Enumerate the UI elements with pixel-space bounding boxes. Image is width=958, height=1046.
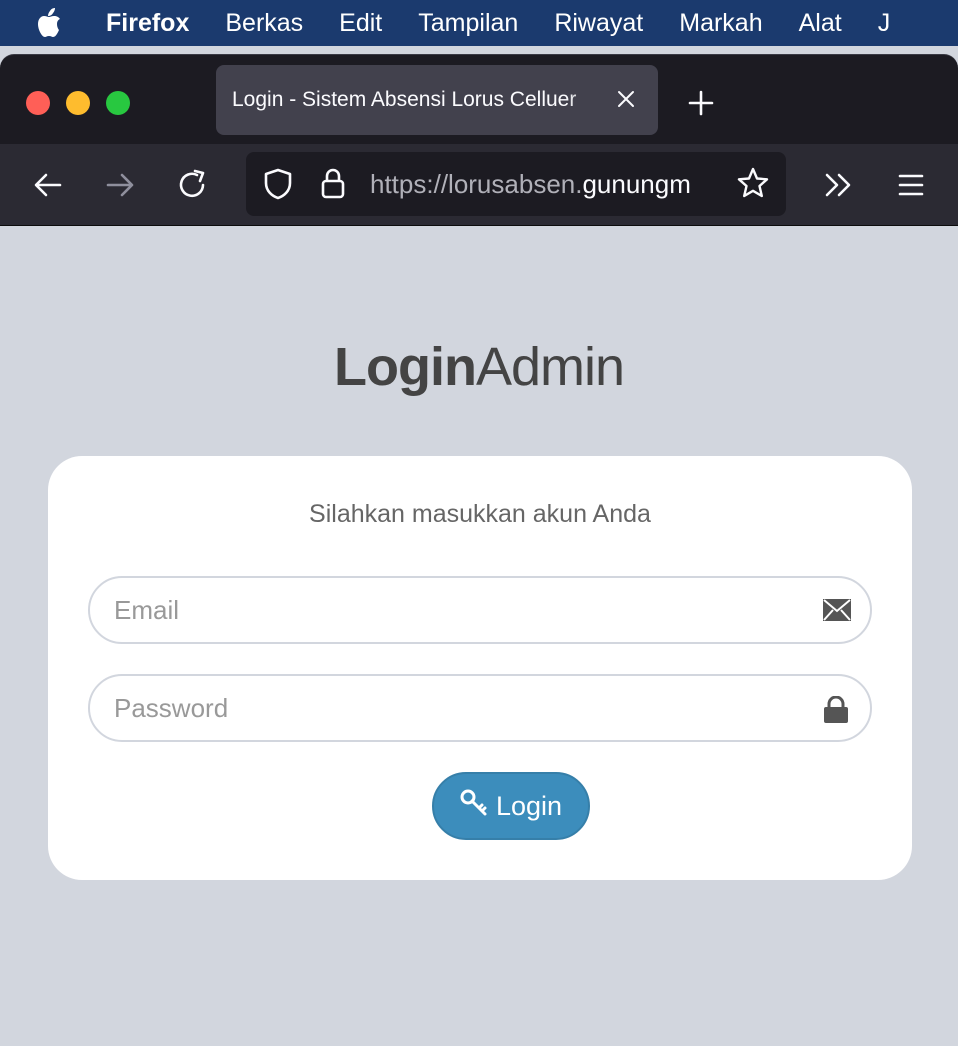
password-field[interactable] bbox=[88, 674, 872, 742]
navigation-toolbar: https://lorusabsen.gunungm bbox=[0, 144, 958, 226]
bookmark-star-icon[interactable] bbox=[736, 166, 770, 205]
new-tab-icon[interactable] bbox=[686, 88, 716, 118]
reload-icon[interactable] bbox=[175, 168, 209, 202]
login-card: Silahkan masukkan akun Anda Login bbox=[48, 456, 912, 880]
close-tab-icon[interactable] bbox=[614, 87, 638, 111]
url-text[interactable]: https://lorusabsen.gunungm bbox=[370, 169, 726, 200]
overflow-chevron-icon[interactable] bbox=[822, 168, 856, 202]
email-field[interactable] bbox=[88, 576, 872, 644]
menu-riwayat[interactable]: Riwayat bbox=[554, 9, 643, 38]
menu-alat[interactable]: Alat bbox=[799, 9, 842, 38]
hamburger-menu-icon[interactable] bbox=[894, 168, 928, 202]
menu-jendela[interactable]: J bbox=[878, 9, 891, 38]
lock-icon bbox=[822, 695, 852, 724]
back-icon[interactable] bbox=[31, 168, 65, 202]
zoom-window-button[interactable] bbox=[106, 91, 130, 115]
page-content: LoginAdmin Silahkan masukkan akun Anda E… bbox=[0, 226, 958, 1046]
menu-edit[interactable]: Edit bbox=[339, 9, 382, 38]
menu-berkas[interactable]: Berkas bbox=[225, 9, 303, 38]
email-input[interactable] bbox=[114, 590, 804, 630]
forward-icon[interactable] bbox=[103, 168, 137, 202]
lock-icon[interactable] bbox=[318, 166, 348, 205]
envelope-icon bbox=[822, 598, 852, 626]
login-button[interactable]: Login bbox=[432, 772, 590, 840]
tab-strip: Login - Sistem Absensi Lorus Celluer bbox=[0, 54, 958, 144]
logo-light: Admin bbox=[475, 337, 625, 397]
shield-icon[interactable] bbox=[262, 167, 294, 206]
menu-markah[interactable]: Markah bbox=[679, 9, 762, 38]
url-bar[interactable]: https://lorusabsen.gunungm bbox=[246, 152, 786, 216]
close-window-button[interactable] bbox=[26, 91, 50, 115]
password-input[interactable] bbox=[114, 688, 804, 728]
login-box-message: Silahkan masukkan akun Anda bbox=[309, 500, 651, 528]
apple-icon[interactable] bbox=[34, 7, 74, 39]
tab-active[interactable]: Login - Sistem Absensi Lorus Celluer bbox=[216, 65, 658, 135]
menu-tampilan[interactable]: Tampilan bbox=[418, 9, 518, 38]
menu-app-firefox[interactable]: Firefox bbox=[106, 9, 189, 38]
minimize-window-button[interactable] bbox=[66, 91, 90, 115]
key-icon bbox=[460, 789, 488, 824]
macos-menu-bar: Firefox Berkas Edit Tampilan Riwayat Mar… bbox=[0, 0, 958, 46]
url-host: gunungm bbox=[582, 169, 691, 199]
url-scheme: https://lorusabsen. bbox=[370, 169, 583, 199]
login-button-label: Login bbox=[495, 790, 563, 821]
logo-bold: Login bbox=[333, 337, 477, 397]
login-logo: LoginAdmin bbox=[0, 336, 958, 398]
browser-window: Login - Sistem Absensi Lorus Celluer htt… bbox=[0, 54, 958, 1046]
tab-title: Login - Sistem Absensi Lorus Celluer bbox=[232, 88, 577, 111]
